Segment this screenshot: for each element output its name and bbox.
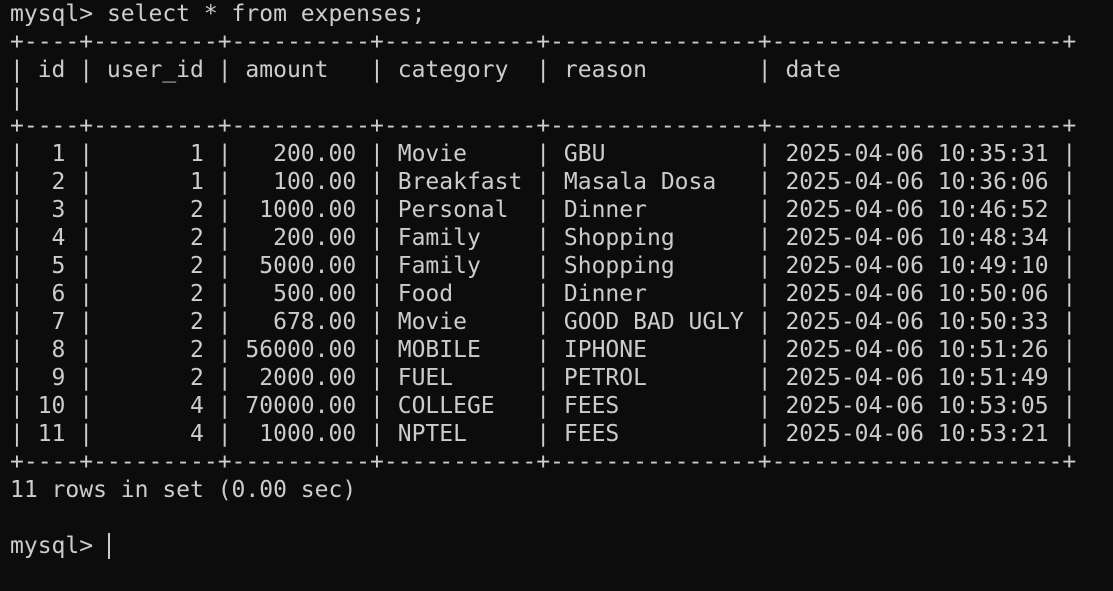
sql-command: select * from expenses; <box>106 1 426 27</box>
table-border-top: +----+---------+----------+-----------+-… <box>10 29 1077 55</box>
result-summary: 11 rows in set (0.00 sec) <box>10 477 357 503</box>
table-header: | id | user_id | amount | category | rea… <box>10 57 841 83</box>
table-row: | 4 | 2 | 200.00 | Family | Shopping | 2… <box>10 225 1077 251</box>
table-row: | 11 | 4 | 1000.00 | NPTEL | FEES | 2025… <box>10 421 1077 447</box>
input-line[interactable]: mysql> <box>10 532 1113 560</box>
table-row: | 9 | 2 | 2000.00 | FUEL | PETROL | 2025… <box>10 365 1077 391</box>
prompt: mysql> <box>10 533 107 559</box>
table-row: | 1 | 1 | 200.00 | Movie | GBU | 2025-04… <box>10 141 1077 167</box>
table-row: | 5 | 2 | 5000.00 | Family | Shopping | … <box>10 253 1077 279</box>
table-row: | 3 | 2 | 1000.00 | Personal | Dinner | … <box>10 197 1077 223</box>
table-row: | 10 | 4 | 70000.00 | COLLEGE | FEES | 2… <box>10 393 1077 419</box>
table-row: | 6 | 2 | 500.00 | Food | Dinner | 2025-… <box>10 281 1077 307</box>
terminal-window[interactable]: mysql> select * from expenses; +----+---… <box>0 0 1113 591</box>
table-row: | 8 | 2 | 56000.00 | MOBILE | IPHONE | 2… <box>10 337 1077 363</box>
table-row: | 2 | 1 | 100.00 | Breakfast | Masala Do… <box>10 169 1077 195</box>
table-header-wrap: | <box>10 85 24 111</box>
text-cursor <box>107 533 110 559</box>
table-row: | 7 | 2 | 678.00 | Movie | GOOD BAD UGLY… <box>10 309 1077 335</box>
command-line: mysql> select * from expenses; <box>10 0 1113 28</box>
prompt: mysql> <box>10 1 107 27</box>
table-border-header: +----+---------+----------+-----------+-… <box>10 113 1077 139</box>
table-border-bottom: +----+---------+----------+-----------+-… <box>10 449 1077 475</box>
